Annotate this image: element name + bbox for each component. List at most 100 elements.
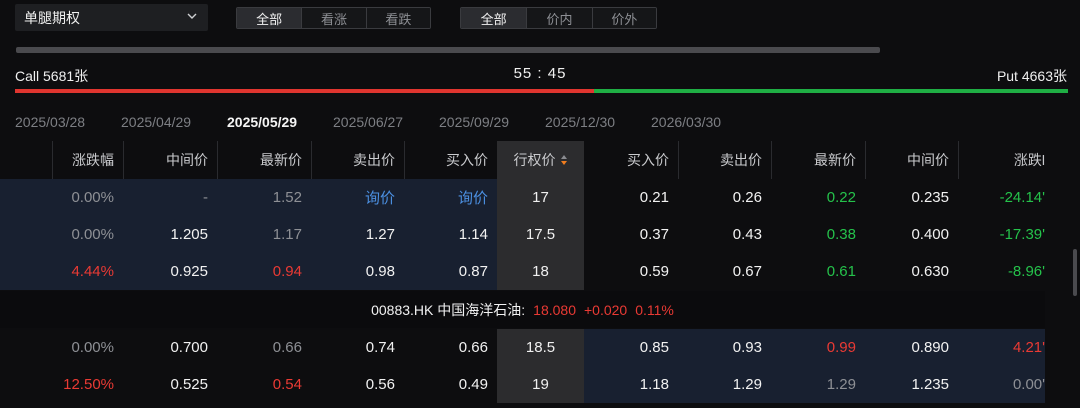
put-bid: 0.85	[639, 339, 669, 356]
col-call-last[interactable]: 最新价	[217, 141, 311, 179]
call-mid: 1.205	[170, 226, 208, 243]
vertical-scrollbar[interactable]	[1073, 249, 1077, 296]
strike-price: 17.5	[497, 216, 584, 253]
col-call-change[interactable]: 涨跌幅	[23, 141, 123, 179]
call-change: 0.00%	[71, 339, 114, 356]
col-put-bid[interactable]: 买入价	[584, 141, 678, 179]
put-last: 0.61	[826, 263, 856, 280]
col-strike[interactable]: 行权价	[497, 141, 584, 179]
put-change: -24.14'	[999, 189, 1045, 206]
put-last: 0.99	[826, 339, 856, 356]
expiry-tab[interactable]: 2025/06/27	[333, 114, 403, 130]
underlying-name: 00883.HK 中国海洋石油:	[371, 301, 526, 318]
call-mid: 0.525	[170, 376, 208, 393]
header-divider	[771, 141, 772, 179]
call-ask: 0.98	[365, 263, 395, 280]
call-change: 0.00%	[71, 226, 114, 243]
table-row[interactable]: 12.50% 0.525 0.54 0.56 0.49 19 1.18 1.29…	[0, 366, 1045, 403]
filter-calls[interactable]: 看涨	[301, 8, 366, 28]
option-type-label: 单腿期权	[24, 9, 80, 26]
call-ask: 1.27	[365, 226, 395, 243]
header-divider	[958, 141, 959, 179]
table-row[interactable]: 0.00% - 1.52 询价 询价 17 0.21 0.26 0.22 0.2…	[0, 179, 1045, 216]
header-divider	[404, 141, 405, 179]
col-call-bid[interactable]: 买入价	[404, 141, 497, 179]
call-bid: 0.87	[458, 263, 488, 280]
call-bid-inquire-link[interactable]: 询价	[404, 179, 497, 216]
filter-all[interactable]: 全部	[237, 8, 302, 28]
filter-itm[interactable]: 价内	[526, 8, 592, 28]
col-strike-label: 行权价	[513, 152, 556, 168]
put-mid: 0.630	[911, 263, 949, 280]
toolbar: 单腿期权 全部 看涨 看跌 全部 价内 价外	[0, 0, 1080, 36]
call-bid: 0.66	[458, 339, 488, 356]
put-change: 4.21'	[1012, 339, 1045, 356]
put-last: 0.22	[826, 189, 856, 206]
strike-price: 17	[497, 179, 584, 216]
call-change: 12.50%	[63, 376, 114, 393]
col-put-ask[interactable]: 卖出价	[678, 141, 771, 179]
put-bid: 0.59	[639, 263, 669, 280]
call-mid: 0.700	[170, 339, 208, 356]
put-ask: 0.93	[732, 339, 762, 356]
call-last: 1.52	[272, 189, 302, 206]
col-call-ask[interactable]: 卖出价	[311, 141, 404, 179]
expiry-tabs: 2025/03/28 2025/04/29 2025/05/29 2025/06…	[0, 110, 1080, 134]
strike-price: 19	[497, 366, 584, 403]
call-ask: 0.56	[365, 376, 395, 393]
header-divider	[217, 141, 218, 179]
put-ask: 0.67	[732, 263, 762, 280]
expiry-tab-active[interactable]: 2025/05/29	[227, 114, 297, 130]
table-row[interactable]: 0.00% 0.700 0.66 0.74 0.66 18.5 0.85 0.9…	[0, 329, 1045, 366]
filter-otm[interactable]: 价外	[591, 8, 656, 28]
underlying-change: +0.020	[584, 301, 628, 318]
moneyness-filter: 全部 价内 价外	[460, 7, 657, 29]
sort-icon	[560, 155, 567, 165]
put-mid: 1.235	[911, 376, 949, 393]
table-row[interactable]: 4.44% 0.925 0.94 0.98 0.87 18 0.59 0.67 …	[0, 253, 1045, 290]
header-divider	[678, 141, 679, 179]
underlying-price: 18.080	[533, 301, 576, 318]
call-last: 0.54	[272, 376, 302, 393]
header-divider	[865, 141, 866, 179]
table-row[interactable]: 0.00% 1.205 1.17 1.27 1.14 17.5 0.37 0.4…	[0, 216, 1045, 253]
expiry-tab[interactable]: 2025/03/28	[15, 114, 85, 130]
put-bid: 0.37	[639, 226, 669, 243]
col-put-change[interactable]: 涨跌l	[958, 141, 1045, 179]
expiry-tab[interactable]: 2025/09/29	[439, 114, 509, 130]
table-header: 涨跌幅 中间价 最新价 卖出价 买入价 行权价 买入价 卖出价 最新价 中间价 …	[0, 141, 1045, 179]
filter-money-all[interactable]: 全部	[461, 8, 527, 28]
header-divider	[123, 141, 124, 179]
put-mid: 0.890	[911, 339, 949, 356]
call-ask-inquire-link[interactable]: 询价	[311, 179, 404, 216]
put-bid: 1.18	[639, 376, 669, 393]
call-last: 0.94	[272, 263, 302, 280]
col-put-last[interactable]: 最新价	[771, 141, 865, 179]
expiry-tab[interactable]: 2025/12/30	[545, 114, 615, 130]
col-call-mid[interactable]: 中间价	[123, 141, 217, 179]
ratio-value: 55 : 45	[513, 65, 567, 82]
call-mid: -	[203, 189, 208, 206]
col-put-mid[interactable]: 中间价	[865, 141, 958, 179]
put-change: 0.00'	[1012, 376, 1045, 393]
put-ratio-bar	[594, 89, 1068, 93]
put-mid: 0.235	[911, 189, 949, 206]
expiry-tab[interactable]: 2025/04/29	[121, 114, 191, 130]
horizontal-scrollbar[interactable]	[16, 47, 880, 53]
call-change: 0.00%	[71, 189, 114, 206]
expiry-tab[interactable]: 2026/03/30	[651, 114, 721, 130]
call-bid: 1.14	[458, 226, 488, 243]
option-type-select[interactable]: 单腿期权	[15, 4, 208, 31]
strike-price: 18	[497, 253, 584, 290]
put-ask: 0.43	[732, 226, 762, 243]
filter-puts[interactable]: 看跌	[365, 8, 430, 28]
call-bid: 0.49	[458, 376, 488, 393]
put-change: -17.39'	[999, 226, 1045, 243]
put-mid: 0.400	[911, 226, 949, 243]
call-mid: 0.925	[170, 263, 208, 280]
strike-price: 18.5	[497, 329, 584, 366]
call-last: 0.66	[272, 339, 302, 356]
put-ask: 0.26	[732, 189, 762, 206]
underlying-price-bar: 00883.HK 中国海洋石油: 18.080 +0.020 0.11%	[0, 291, 1045, 328]
call-last: 1.17	[272, 226, 302, 243]
